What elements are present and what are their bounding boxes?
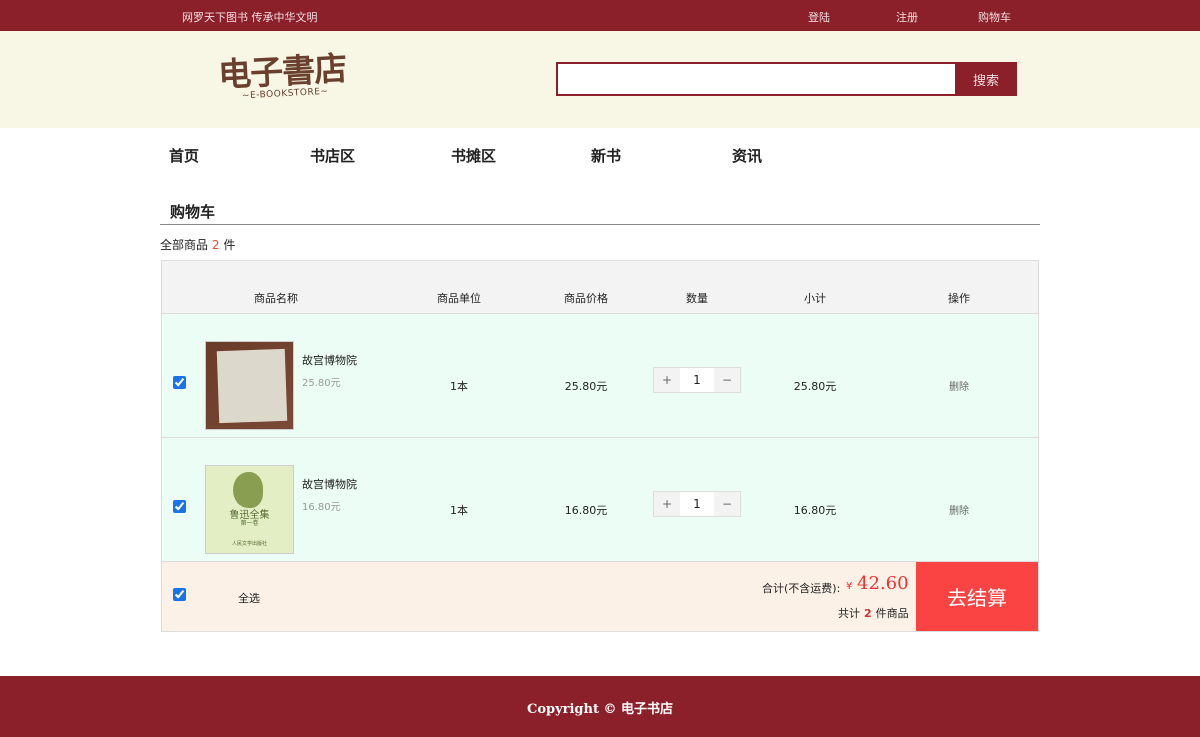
nav-new-books[interactable]: 新书	[591, 145, 621, 166]
product-name[interactable]: 故宫博物院	[302, 476, 357, 492]
checkout-button[interactable]: 去结算	[916, 562, 1038, 631]
page-title: 购物车	[170, 203, 216, 221]
table-row: 故宫博物院 25.80元 1本 25.80元 + 1 − 25.80元 删除	[162, 314, 1038, 438]
divider	[160, 224, 1040, 225]
column-header-name: 商品名称	[254, 292, 298, 305]
cart-count-prefix: 全部商品	[160, 238, 209, 252]
cart-count: 全部商品 2 件	[160, 236, 235, 253]
total-count: 共计 2 件商品	[838, 605, 909, 621]
site-logo[interactable]: 电子書店 ~E-BOOKSTORE~	[214, 45, 364, 107]
product-name[interactable]: 故宫博物院	[302, 352, 357, 368]
footer: Copyright © 电子书店	[0, 676, 1200, 737]
total-count-number: 2	[864, 607, 872, 620]
total-count-suffix: 件商品	[875, 607, 909, 620]
delete-link[interactable]: 删除	[949, 502, 969, 517]
table-header: 商品名称 商品单位 商品价格 数量 小计 操作	[162, 261, 1038, 314]
cart-link[interactable]: 购物车	[978, 9, 1011, 25]
top-bar: 网罗天下图书 传承中华文明 登陆 注册 购物车	[0, 0, 1200, 31]
cart-summary: 全选 合计(不含运费): ¥ 42.60 共计 2 件商品 去结算	[162, 562, 1038, 631]
cover-subtitle: 第一卷	[240, 520, 259, 527]
decrease-button[interactable]: −	[714, 492, 740, 516]
site-slogan: 网罗天下图书 传承中华文明	[182, 11, 318, 24]
cart-table: 商品名称 商品单位 商品价格 数量 小计 操作 故宫博物院 25.80元 1本 …	[161, 260, 1039, 632]
book-cover-image[interactable]	[205, 341, 294, 430]
item-checkbox[interactable]	[173, 376, 186, 389]
login-link[interactable]: 登陆	[808, 9, 830, 25]
increase-button[interactable]: +	[654, 368, 680, 392]
product-unit-price: 16.80元	[302, 502, 341, 513]
quantity-stepper: + 1 −	[653, 491, 741, 517]
nav-bookstall[interactable]: 书摊区	[451, 145, 496, 166]
delete-link[interactable]: 删除	[949, 378, 969, 393]
increase-button[interactable]: +	[654, 492, 680, 516]
product-unit: 1本	[450, 504, 468, 517]
product-unit: 1本	[450, 380, 468, 393]
column-header-subtotal: 小计	[804, 292, 826, 305]
product-subtotal: 25.80元	[793, 380, 837, 393]
column-header-unit: 商品单位	[437, 292, 481, 305]
currency-symbol: ¥	[846, 581, 853, 592]
total-label: 合计(不含运费):	[762, 582, 841, 595]
register-link[interactable]: 注册	[896, 9, 918, 25]
total-amount: 42.60	[857, 573, 909, 594]
cart-count-number: 2	[211, 238, 220, 252]
column-header-actions: 操作	[948, 292, 970, 305]
nav-news[interactable]: 资讯	[732, 145, 762, 166]
decrease-button[interactable]: −	[714, 368, 740, 392]
quantity-value[interactable]: 1	[680, 492, 714, 516]
product-price: 16.80元	[564, 504, 608, 517]
quantity-value[interactable]: 1	[680, 368, 714, 392]
book-cover-image[interactable]: 鲁迅全集 第一卷 人民文学出版社	[205, 465, 294, 554]
copyright-text: Copyright © 电子书店	[526, 702, 674, 717]
table-row: 鲁迅全集 第一卷 人民文学出版社 故宫博物院 16.80元 1本 16.80元 …	[162, 438, 1038, 562]
select-all-checkbox[interactable]	[173, 588, 186, 601]
cover-publisher: 人民文学出版社	[231, 541, 267, 547]
product-unit-price: 25.80元	[302, 378, 341, 389]
quantity-stepper: + 1 −	[653, 367, 741, 393]
product-price: 25.80元	[564, 380, 608, 393]
product-subtotal: 16.80元	[793, 504, 837, 517]
item-checkbox[interactable]	[173, 500, 186, 513]
nav-home[interactable]: 首页	[169, 145, 199, 166]
search-input[interactable]	[556, 62, 955, 96]
total-count-prefix: 共计	[838, 607, 860, 620]
nav-bookstore[interactable]: 书店区	[310, 145, 355, 166]
search-button[interactable]: 搜索	[955, 62, 1017, 96]
column-header-quantity: 数量	[686, 292, 708, 305]
column-header-price: 商品价格	[564, 292, 608, 305]
cart-count-suffix: 件	[223, 238, 236, 252]
select-all-label[interactable]: 全选	[238, 590, 260, 606]
